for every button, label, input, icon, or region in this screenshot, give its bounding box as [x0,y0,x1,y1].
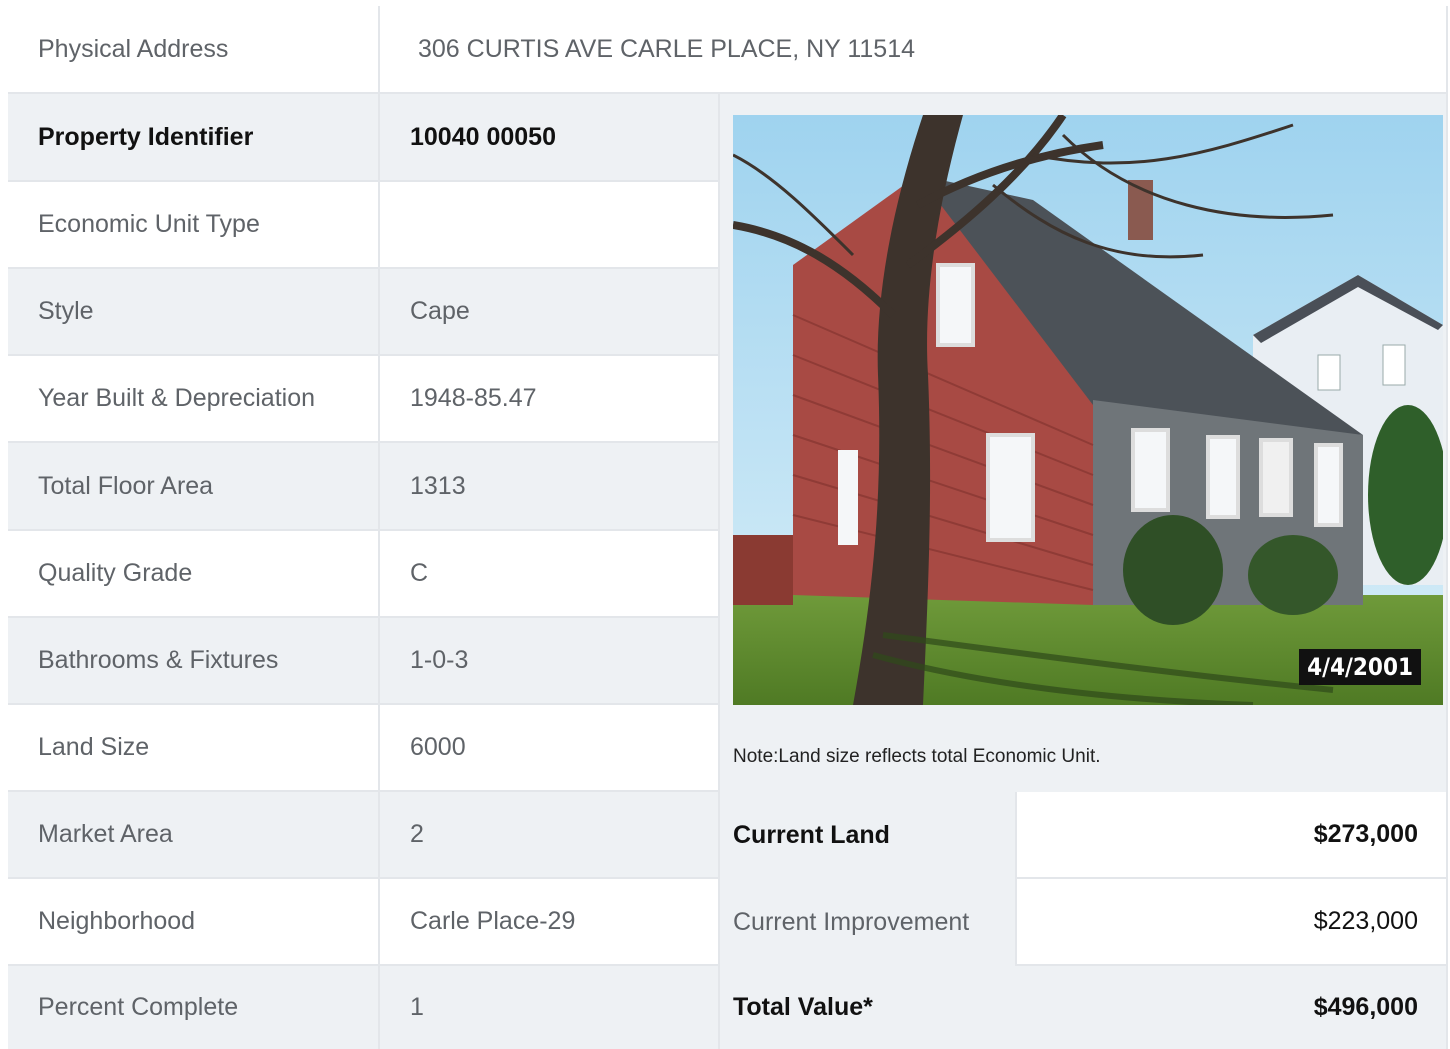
total-value-label: Total Value* [720,966,1015,1049]
neighborhood-label: Neighborhood [8,879,380,966]
physical-address-label: Physical Address [8,6,380,94]
land-size-note: Note:Land size reflects total Economic U… [733,746,1101,767]
current-improvement-label: Current Improvement [720,879,1015,966]
quality-grade-label: Quality Grade [8,531,380,618]
market-area-label: Market Area [8,792,380,879]
property-identifier-label: Property Identifier [8,94,380,182]
bathrooms-label: Bathrooms & Fixtures [8,618,380,705]
total-value-value: $496,000 [1015,966,1448,1049]
total-floor-area-value: 1313 [380,443,720,531]
bathrooms-value: 1-0-3 [380,618,720,705]
neighborhood-value: Carle Place-29 [380,879,720,966]
property-identifier-value: 10040 00050 [380,94,720,182]
current-land-value: $273,000 [1015,792,1448,879]
year-built-value: 1948-85.47 [380,356,720,443]
current-improvement-value: $223,000 [1015,879,1448,966]
year-built-label: Year Built & Depreciation [8,356,380,443]
land-size-value: 6000 [380,705,720,792]
photo-date-stamp: 4/4/2001 [1299,649,1421,685]
total-floor-area-label: Total Floor Area [8,443,380,531]
market-area-value: 2 [380,792,720,879]
house-image [733,115,1443,705]
land-size-label: Land Size [8,705,380,792]
percent-complete-label: Percent Complete [8,966,380,1049]
property-record: Physical Address 306 CURTIS AVE CARLE PL… [0,0,1450,1049]
percent-complete-value: 1 [380,966,720,1049]
property-photo: 4/4/2001 [733,115,1443,705]
current-land-label: Current Land [720,792,1015,879]
style-label: Style [8,269,380,356]
economic-unit-type-label: Economic Unit Type [8,182,380,269]
physical-address-value: 306 CURTIS AVE CARLE PLACE, NY 11514 [380,6,1448,94]
quality-grade-value: C [380,531,720,618]
economic-unit-type-value [380,182,720,269]
style-value: Cape [380,269,720,356]
